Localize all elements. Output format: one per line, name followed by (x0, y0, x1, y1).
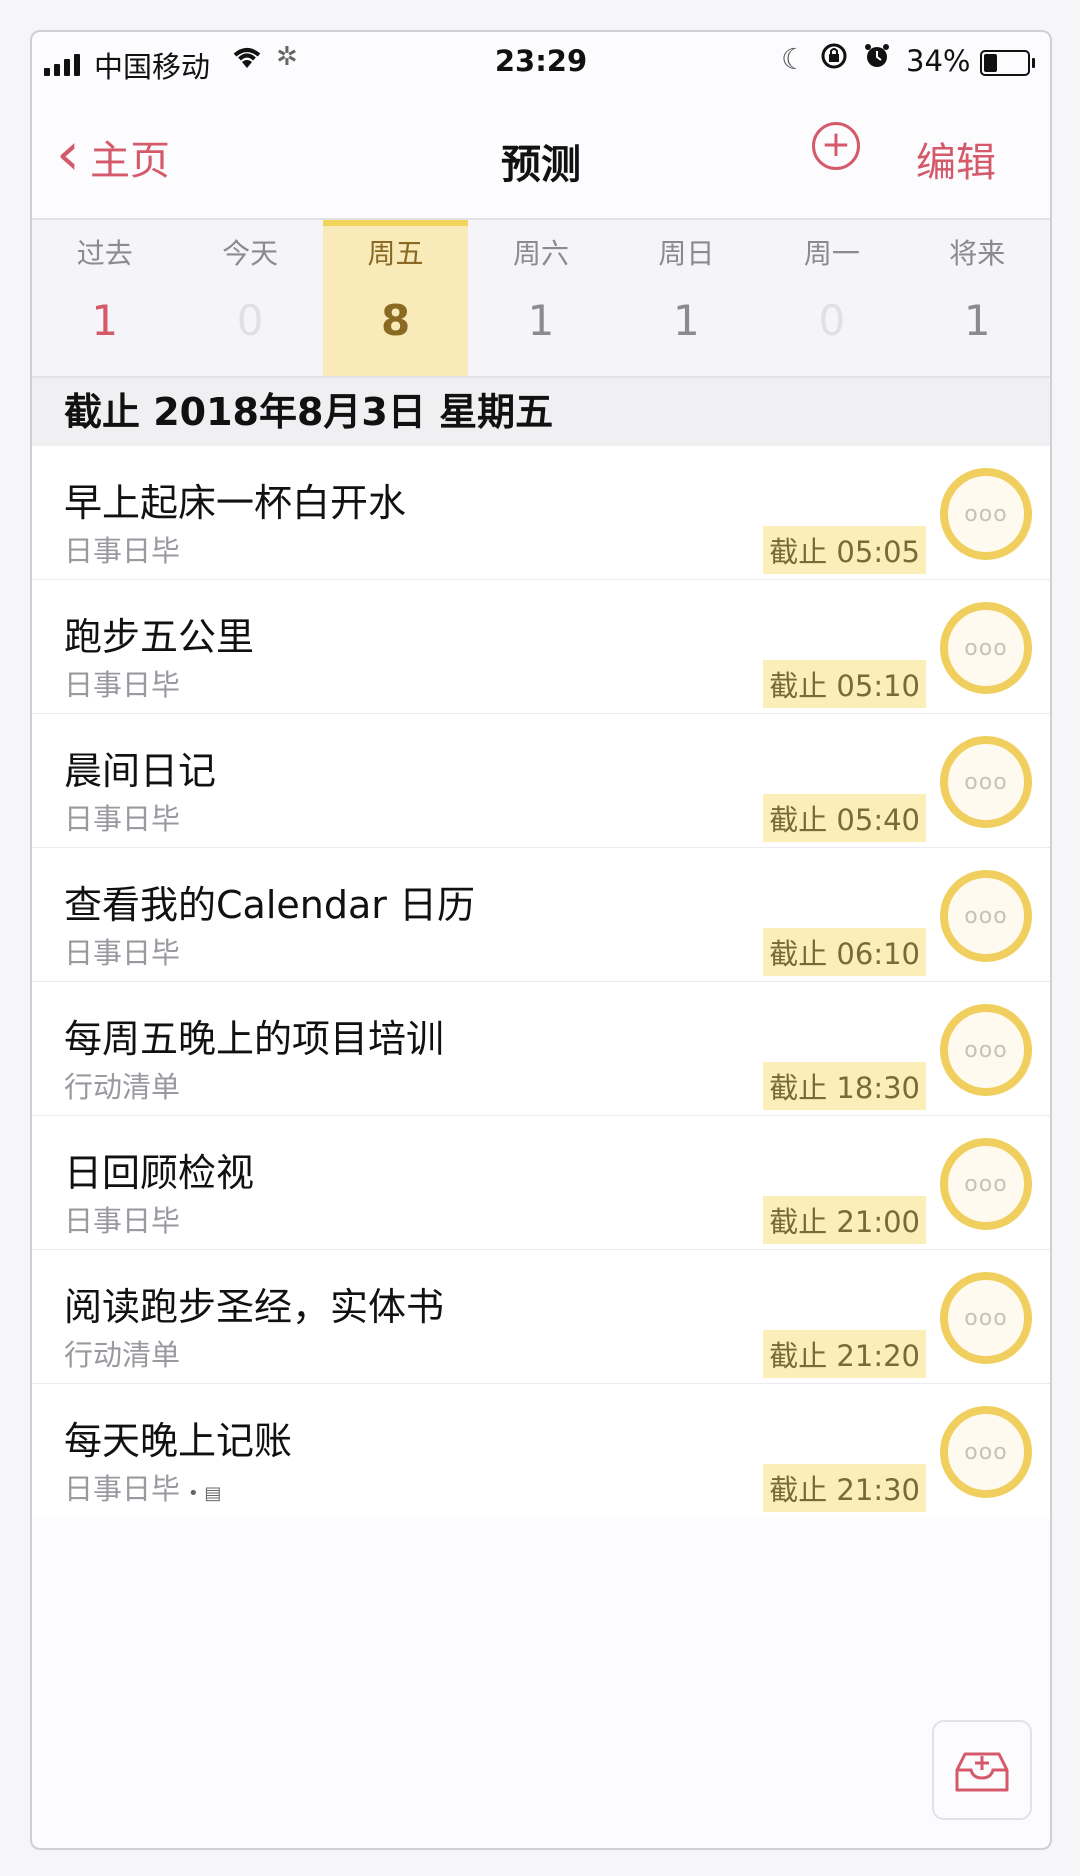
deadline-badge: 截止 21:30 (763, 1464, 926, 1512)
task-row[interactable]: 晨间日记日事日毕 截止 05:40 ooo (32, 714, 1050, 848)
task-title: 每周五晚上的项目培训 (64, 1017, 445, 1061)
task-complete-circle[interactable]: ooo (940, 468, 1032, 560)
status-bar: 中国移动 ✲ 23:29 ☾ 34% (32, 32, 1050, 92)
add-task-button[interactable]: + (812, 122, 860, 170)
task-complete-circle[interactable]: ooo (940, 736, 1032, 828)
inbox-add-icon (955, 1752, 1009, 1792)
deadline-badge: 截止 18:30 (763, 1062, 926, 1110)
day-count: 1 (91, 296, 119, 345)
page-title: 预测 (501, 142, 581, 188)
task-complete-circle[interactable]: ooo (940, 1004, 1032, 1096)
more-dots-icon: ooo (964, 1171, 1008, 1197)
note-icon: • ▤ (188, 1483, 222, 1504)
task-title: 查看我的Calendar 日历 (64, 883, 475, 927)
task-list-label: 日事日毕 (64, 802, 181, 836)
app-screen: 中国移动 ✲ 23:29 ☾ 34% ‹ 主页 预测 + 编辑 过去 1 今天 0 周五… (30, 30, 1052, 1850)
deadline-badge: 截止 05:10 (763, 660, 926, 708)
day-count: 1 (527, 296, 555, 345)
task-list-name: 日事日毕 (64, 528, 180, 570)
task-row[interactable]: 跑步五公里日事日毕 截止 05:10 ooo (32, 580, 1050, 714)
day-label: 周一 (803, 237, 860, 270)
task-list-name: 日事日毕 (64, 662, 180, 704)
task-title: 早上起床一杯白开水 (64, 481, 407, 525)
task-list-label: 日事日毕 (64, 1204, 181, 1238)
day-label: 将来 (949, 237, 1006, 270)
battery-tip (1032, 58, 1035, 68)
more-dots-icon: ooo (964, 1439, 1008, 1465)
task-title: 日回顾检视 (64, 1151, 255, 1195)
battery-icon (980, 50, 1035, 76)
edit-button[interactable]: 编辑 (916, 130, 996, 188)
task-list-name: 日事日毕 (64, 796, 180, 838)
alarm-icon (863, 42, 891, 77)
more-dots-icon: ooo (964, 903, 1008, 929)
day-count: 1 (963, 296, 991, 345)
task-complete-circle[interactable]: ooo (940, 870, 1032, 962)
day-label: 周日 (658, 237, 715, 270)
task-list-name: 行动清单 (64, 1064, 180, 1106)
task-list-label: 行动清单 (64, 1070, 181, 1104)
day-count: 8 (380, 296, 411, 345)
day-count: 0 (818, 296, 846, 345)
day-tab[interactable]: 周六 1 (468, 220, 613, 376)
more-dots-icon: ooo (964, 1305, 1008, 1331)
more-dots-icon: ooo (964, 501, 1008, 527)
day-tab[interactable]: 过去 1 (32, 220, 177, 376)
task-list-label: 行动清单 (64, 1338, 181, 1372)
deadline-badge: 截止 21:20 (763, 1330, 926, 1378)
day-tab[interactable]: 周五 8 (322, 220, 469, 376)
more-dots-icon: ooo (964, 635, 1008, 661)
day-label: 周五 (367, 237, 424, 270)
more-dots-icon: ooo (964, 1037, 1008, 1063)
deadline-badge: 截止 21:00 (763, 1196, 926, 1244)
day-label: 今天 (222, 237, 279, 270)
battery-percent: 34% (906, 44, 971, 78)
task-list-label: 日事日毕 (64, 1472, 181, 1506)
deadline-badge: 截止 06:10 (763, 928, 926, 976)
task-row[interactable]: 早上起床一杯白开水日事日毕 截止 05:05 ooo (32, 446, 1050, 580)
task-complete-circle[interactable]: ooo (940, 602, 1032, 694)
orientation-lock-icon (820, 42, 848, 77)
day-tab[interactable]: 周一 0 (759, 220, 904, 376)
task-list: 早上起床一杯白开水 日事日毕 截止 05:05 ooo 跑步五公里 日事日毕 截止 05:1… (32, 446, 1050, 1517)
day-label: 周六 (512, 237, 569, 270)
inbox-button[interactable] (932, 1720, 1032, 1820)
task-title: 跑步五公里 (64, 615, 255, 659)
day-tab[interactable]: 周日 1 (614, 220, 759, 376)
task-title: 阅读跑步圣经，实体书 (64, 1285, 445, 1329)
task-list-name: 行动清单 (64, 1332, 180, 1374)
battery-level (984, 54, 997, 72)
day-tab[interactable]: 今天 0 (177, 220, 322, 376)
task-list-name: 日事日毕 • ▤ (64, 1466, 221, 1508)
task-list-label: 日事日毕 (64, 936, 181, 970)
deadline-badge: 截止 05:40 (763, 794, 926, 842)
do-not-disturb-moon-icon: ☾ (781, 42, 807, 76)
task-complete-circle[interactable]: ooo (940, 1406, 1032, 1498)
day-count: 0 (236, 296, 264, 345)
task-title: 晨间日记 (64, 749, 217, 793)
status-time: 23:29 (494, 44, 588, 78)
task-list-name: 日事日毕 (64, 930, 180, 972)
more-dots-icon: ooo (964, 769, 1008, 795)
day-tab[interactable]: 将来 1 (905, 220, 1050, 376)
task-row[interactable]: 每天晚上记账日事日毕 • ▤ 截止 21:30 ooo (32, 1384, 1050, 1517)
day-count: 1 (673, 296, 700, 345)
task-row[interactable]: 每周五晚上的项目培训行动清单 截止 18:30 ooo (32, 982, 1050, 1116)
section-header: 截止 2018年8月3日 星期五 (32, 378, 1050, 446)
task-row[interactable]: 查看我的Calendar 日历日事日毕 截止 06:10 ooo (32, 848, 1050, 982)
task-list-label: 日事日毕 (64, 534, 181, 568)
task-complete-circle[interactable]: ooo (940, 1138, 1032, 1230)
navigation-bar: ‹ 主页 预测 + 编辑 (32, 92, 1050, 220)
task-list-name: 日事日毕 (64, 1198, 180, 1240)
day-label: 过去 (76, 237, 133, 270)
task-row[interactable]: 阅读跑步圣经，实体书行动清单 截止 21:20 ooo (32, 1250, 1050, 1384)
task-complete-circle[interactable]: ooo (940, 1272, 1032, 1364)
deadline-badge: 截止 05:05 (763, 526, 926, 574)
task-list-label: 日事日毕 (64, 668, 181, 702)
task-title: 每天晚上记账 (64, 1419, 293, 1463)
week-strip: 过去 1 今天 0 周五 8 周六 1 周日 1 周一 0 将来 1 (32, 220, 1050, 378)
task-row[interactable]: 日回顾检视日事日毕 截止 21:00 ooo (32, 1116, 1050, 1250)
